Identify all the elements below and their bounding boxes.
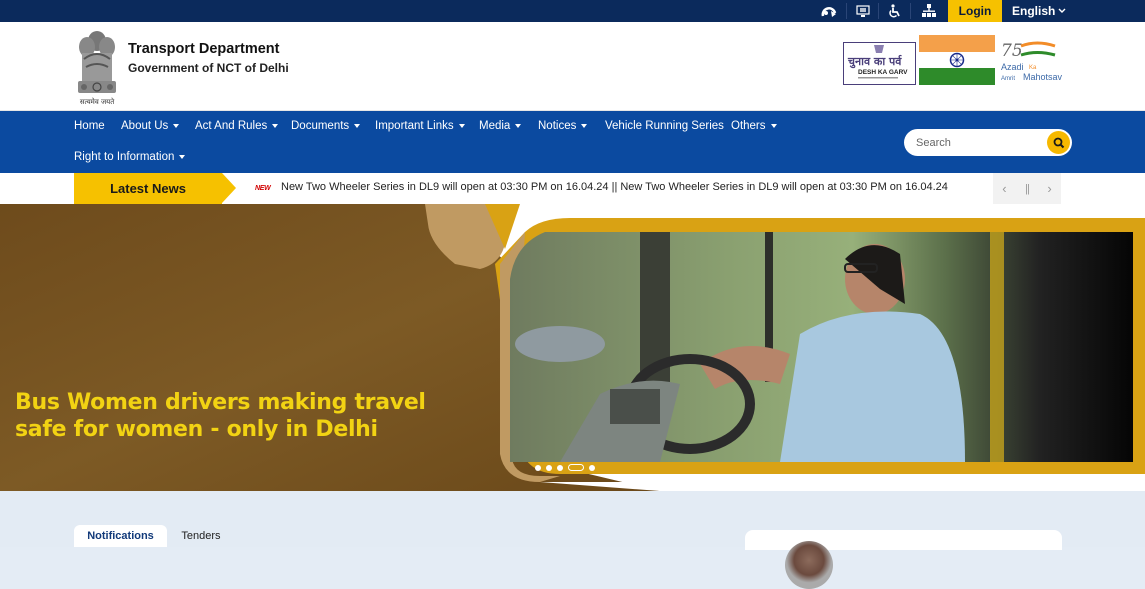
caret-down-icon [354,124,361,128]
screen-reader-icon[interactable] [853,0,873,22]
search-icon [1053,137,1064,148]
caret-down-icon [515,124,522,128]
carousel-indicators [535,464,595,471]
main-navigation: Home About Us Act And Rules Documents Im… [0,111,1145,173]
nav-item-act-and-rules[interactable]: Act And Rules [195,120,279,132]
nav-item-notices[interactable]: Notices [538,120,588,132]
chunav-hindi-text: चुनाव का पर्व [847,54,902,69]
nav-label: Media [479,120,511,132]
profile-card [745,530,1062,589]
site-header: सत्यमेव जयते Transport Department Govern… [0,22,1145,111]
hero-caption-line-1: Bus Women drivers making travel [15,390,426,415]
carousel-dot[interactable] [535,464,541,471]
ticker-prev-button[interactable]: ‹ [1002,181,1006,196]
hero-carousel: Bus Women drivers making travel safe for… [0,204,1145,491]
carousel-dot[interactable] [589,464,595,471]
nav-item-media[interactable]: Media [479,120,522,132]
nav-item-documents[interactable]: Documents [291,120,361,132]
nav-label: Home [74,120,105,132]
new-badge-icon: NEW [255,185,271,192]
latest-news-arrow [222,173,236,203]
amrit-text: Amrit [1001,76,1015,82]
tab-tenders[interactable]: Tenders [168,525,234,547]
nav-label: About Us [121,120,169,132]
carousel-dot[interactable] [557,464,563,471]
azadi-ka-amrit-mahotsav-logo[interactable]: 75 Azadi Ka Amrit Mahotsav [999,38,1071,86]
caret-down-icon [581,124,588,128]
nav-label: Vehicle Running Series [605,120,724,132]
hero-caption-line-2: safe for women - only in Delhi [15,417,378,442]
content-section: Notifications Tenders [0,491,1145,589]
latest-news-label: Latest News [74,173,222,204]
nav-label: Notices [538,120,577,132]
ticker-next-button[interactable]: › [1047,181,1051,196]
ticker-pause-button[interactable]: || [1025,183,1030,195]
ticker-controls: ‹ || › [993,173,1061,204]
nav-item-about-us[interactable]: About Us [121,120,180,132]
azadi-text: Azadi [1001,62,1024,72]
carousel-dot-active[interactable] [568,464,584,471]
caret-down-icon [179,155,186,159]
nav-item-right-to-information[interactable]: Right to Information [74,151,186,163]
tab-notifications[interactable]: Notifications [74,525,167,547]
site-subtitle: Government of NCT of Delhi [128,61,289,75]
nav-label: Important Links [375,120,454,132]
latest-news-ticker: Latest News NEW New Two Wheeler Series i… [0,173,1145,204]
hero-slide-image[interactable] [0,204,1145,491]
mahotsav-text: Mahotsav [1023,72,1063,82]
nav-label: Right to Information [74,151,175,163]
news-ticker-text[interactable]: New Two Wheeler Series in DL9 will open … [281,181,948,193]
nav-label: Act And Rules [195,120,268,132]
nav-item-home[interactable]: Home [74,120,105,132]
search-box [904,129,1072,156]
search-input[interactable] [916,134,1041,151]
language-label: English [1012,4,1056,18]
caret-down-icon [770,124,777,128]
top-utility-bar: Login English [0,0,1145,22]
nav-item-vehicle-running-series[interactable]: Vehicle Running Series [605,120,724,132]
language-selector[interactable]: English [1012,0,1066,22]
search-button[interactable] [1047,131,1070,154]
divider [910,3,911,19]
chunav-english-text: DESH KA GARV [858,69,908,76]
caret-down-icon [173,124,180,128]
site-title: Transport Department [128,41,280,57]
avatar [785,541,833,589]
divider [878,3,879,19]
national-emblem-logo[interactable]: सत्यमेव जयते [72,27,122,107]
azadi-number: 75 [1001,41,1023,61]
nav-label: Documents [291,120,350,132]
caret-down-icon [458,124,465,128]
azadi-ka-text: Ka [1029,65,1037,71]
divider [846,3,847,19]
nav-item-important-links[interactable]: Important Links [375,120,465,132]
emblem-motto: सत्यमेव जयते [80,97,115,106]
caret-down-icon [272,124,279,128]
accessibility-icon[interactable] [885,0,905,22]
login-button[interactable]: Login [948,0,1002,22]
chunav-ka-parv-logo[interactable]: चुनाव का पर्व DESH KA GARV [843,42,916,85]
chevron-down-icon [1058,8,1066,13]
nav-label: Others [731,120,766,132]
india-flag-logo [919,35,995,85]
carousel-dot[interactable] [546,464,552,471]
nav-item-others[interactable]: Others [731,120,777,132]
skip-to-content-icon[interactable] [818,0,840,22]
hero-caption: Bus Women drivers making travel safe for… [15,389,426,443]
sitemap-icon[interactable] [918,0,940,22]
